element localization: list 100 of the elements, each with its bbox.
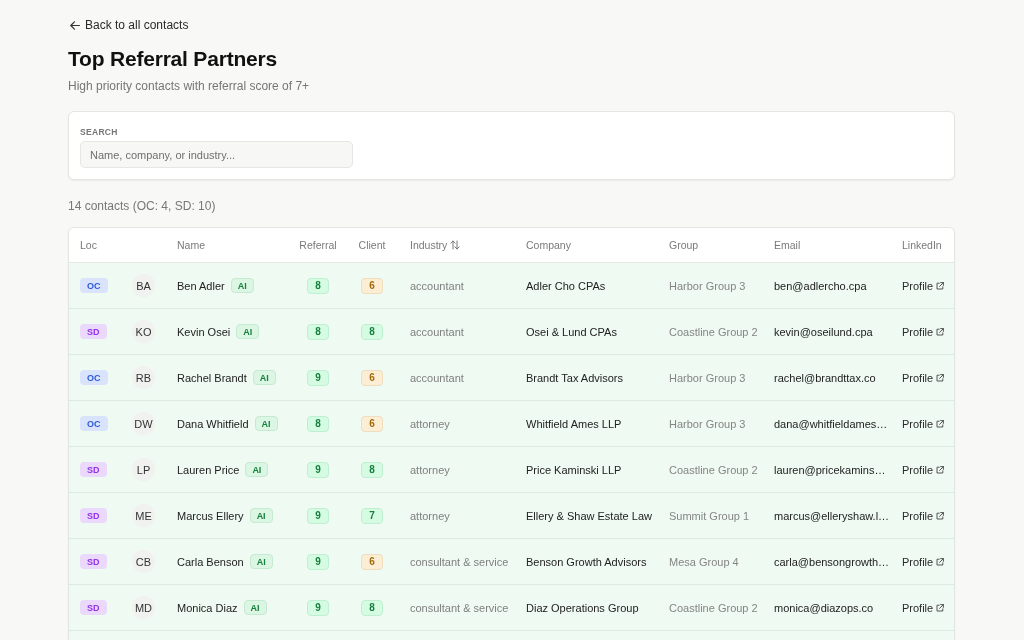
profile-link[interactable]: Profile <box>902 371 945 384</box>
email-cell: kevin@oseilund.cpa <box>774 324 873 339</box>
ai-tag: AI <box>230 278 254 293</box>
ai-tag: AI <box>249 508 273 523</box>
contact-name: Monica Diaz <box>177 601 238 614</box>
group-cell: Mesa Group 4 <box>669 554 739 569</box>
referral-score: 8 <box>307 277 329 294</box>
referral-score: 9 <box>307 599 329 616</box>
email-cell: carla@bensongrowth… <box>774 554 890 569</box>
arrow-left-icon <box>70 20 80 30</box>
location-tag: SD <box>80 324 107 339</box>
industry-cell: attorney <box>410 416 450 431</box>
initials-avatar: DW <box>132 412 155 435</box>
group-cell: Harbor Group 3 <box>669 278 746 293</box>
company-cell: Diaz Operations Group <box>526 600 639 615</box>
contact-name: Carla Benson <box>177 555 244 568</box>
external-link-icon <box>936 281 945 290</box>
ai-tag: AI <box>249 554 273 569</box>
company-cell: Osei & Lund CPAs <box>526 324 617 339</box>
column-header: LinkedIn <box>902 238 942 252</box>
profile-link[interactable]: Profile <box>902 463 945 476</box>
company-cell: Brandt Tax Advisors <box>526 370 623 385</box>
external-link-icon <box>936 419 945 428</box>
ai-tag: AI <box>243 600 267 615</box>
email-cell: ben@adlercho.cpa <box>774 278 867 293</box>
referral-score: 9 <box>307 553 329 570</box>
initials-avatar: LP <box>132 458 155 481</box>
company-cell: Price Kaminski LLP <box>526 462 622 477</box>
column-header: Group <box>669 238 699 252</box>
group-cell: Coastline Group 2 <box>669 462 758 477</box>
industry-cell: accountant <box>410 370 464 385</box>
contact-count: 14 contacts (OC: 4, SD: 10) <box>68 198 216 214</box>
contact-name: Ben Adler <box>177 279 225 292</box>
industry-cell: attorney <box>410 508 450 523</box>
contact-name: Kevin Osei <box>177 325 231 338</box>
external-link-icon <box>936 511 945 520</box>
referral-score: 8 <box>307 323 329 340</box>
location-tag: SD <box>80 600 107 615</box>
ai-tag: AI <box>236 324 260 339</box>
column-header: Email <box>774 238 801 252</box>
back-link[interactable]: Back to all contacts <box>68 17 189 33</box>
industry-cell: accountant <box>410 324 464 339</box>
column-header: Referral <box>299 238 337 252</box>
profile-link[interactable]: Profile <box>902 417 945 430</box>
group-cell: Summit Group 1 <box>669 508 750 523</box>
email-cell: dana@whitfieldames… <box>774 416 888 431</box>
industry-cell: attorney <box>410 462 450 477</box>
location-tag: SD <box>80 554 107 569</box>
initials-avatar: RB <box>132 366 155 389</box>
client-score: 6 <box>361 553 383 570</box>
industry-cell: consultant & service <box>410 554 509 569</box>
initials-avatar: MD <box>132 596 155 619</box>
email-cell: marcus@elleryshaw.l… <box>774 508 890 523</box>
location-tag: OC <box>80 370 108 385</box>
industry-cell: accountant <box>410 278 464 293</box>
external-link-icon <box>936 327 945 336</box>
referral-score: 8 <box>307 415 329 432</box>
location-tag: SD <box>80 462 107 477</box>
search-field[interactable]: Name, company, or industry... <box>80 141 353 168</box>
ai-tag: AI <box>245 462 269 477</box>
sort-icon[interactable] <box>450 240 461 250</box>
client-score: 8 <box>361 323 383 340</box>
column-header: Name <box>177 238 205 252</box>
client-score: 6 <box>361 369 383 386</box>
group-cell: Harbor Group 3 <box>669 370 746 385</box>
column-header[interactable]: Industry <box>410 238 448 252</box>
location-tag: OC <box>80 416 108 431</box>
profile-link[interactable]: Profile <box>902 279 945 292</box>
external-link-icon <box>936 557 945 566</box>
client-score: 8 <box>361 599 383 616</box>
referral-score: 9 <box>307 461 329 478</box>
industry-cell: consultant & service <box>410 600 509 615</box>
external-link-icon <box>936 373 945 382</box>
profile-link[interactable]: Profile <box>902 325 945 338</box>
location-tag: SD <box>80 508 107 523</box>
company-cell: Whitfield Ames LLP <box>526 416 622 431</box>
initials-avatar: KO <box>132 320 155 343</box>
initials-avatar: CB <box>132 550 155 573</box>
initials-avatar: BA <box>132 274 155 297</box>
contact-name: Rachel Brandt <box>177 371 247 384</box>
profile-link[interactable]: Profile <box>902 555 945 568</box>
search-label: SEARCH <box>80 127 118 137</box>
contact-name: Dana Whitfield <box>177 417 249 430</box>
page-subtitle: High priority contacts with referral score of 7+ <box>68 78 310 94</box>
ai-tag: AI <box>254 416 278 431</box>
contact-name: Marcus Ellery <box>177 509 244 522</box>
profile-link[interactable]: Profile <box>902 601 945 614</box>
company-cell: Adler Cho CPAs <box>526 278 606 293</box>
external-link-icon <box>936 603 945 612</box>
page-title: Top Referral Partners <box>68 46 277 72</box>
email-cell: lauren@pricekamins… <box>774 462 886 477</box>
column-header: Client <box>358 238 386 252</box>
group-cell: Harbor Group 3 <box>669 416 746 431</box>
group-cell: Coastline Group 2 <box>669 324 758 339</box>
initials-avatar: ME <box>132 504 155 527</box>
ai-tag: AI <box>252 370 276 385</box>
contact-name: Lauren Price <box>177 463 240 476</box>
profile-link[interactable]: Profile <box>902 509 945 522</box>
location-tag: OC <box>80 278 108 293</box>
email-cell: rachel@brandttax.co <box>774 370 876 385</box>
